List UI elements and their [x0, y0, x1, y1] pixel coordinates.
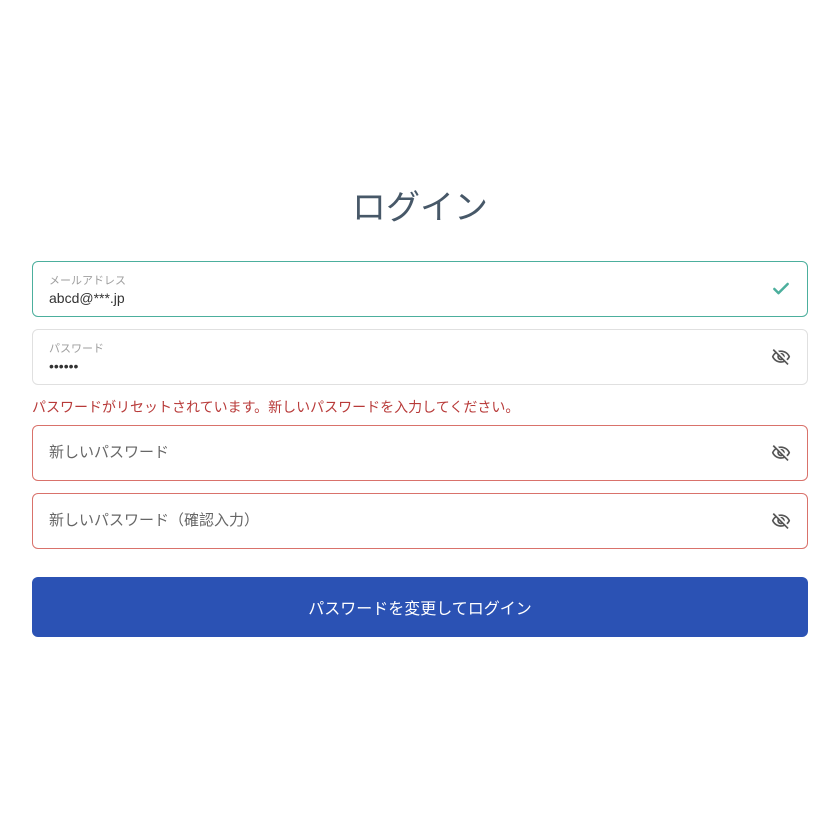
check-icon	[771, 279, 791, 299]
error-message: パスワードがリセットされています。新しいパスワードを入力してください。	[32, 397, 808, 417]
email-label: メールアドレス	[49, 272, 791, 288]
new-password-input[interactable]	[49, 444, 751, 460]
password-input[interactable]	[49, 358, 751, 374]
confirm-password-field-container[interactable]	[32, 493, 808, 549]
email-input[interactable]	[49, 290, 751, 306]
eye-off-icon[interactable]	[771, 443, 791, 463]
email-field-container[interactable]: メールアドレス	[32, 261, 808, 317]
eye-off-icon[interactable]	[771, 511, 791, 531]
page-title: ログイン	[32, 180, 808, 229]
submit-button[interactable]: パスワードを変更してログイン	[32, 577, 808, 637]
new-password-field-container[interactable]	[32, 425, 808, 481]
eye-off-icon[interactable]	[771, 347, 791, 367]
password-field-container[interactable]: パスワード	[32, 329, 808, 385]
password-label: パスワード	[49, 340, 791, 356]
confirm-password-input[interactable]	[49, 512, 751, 528]
